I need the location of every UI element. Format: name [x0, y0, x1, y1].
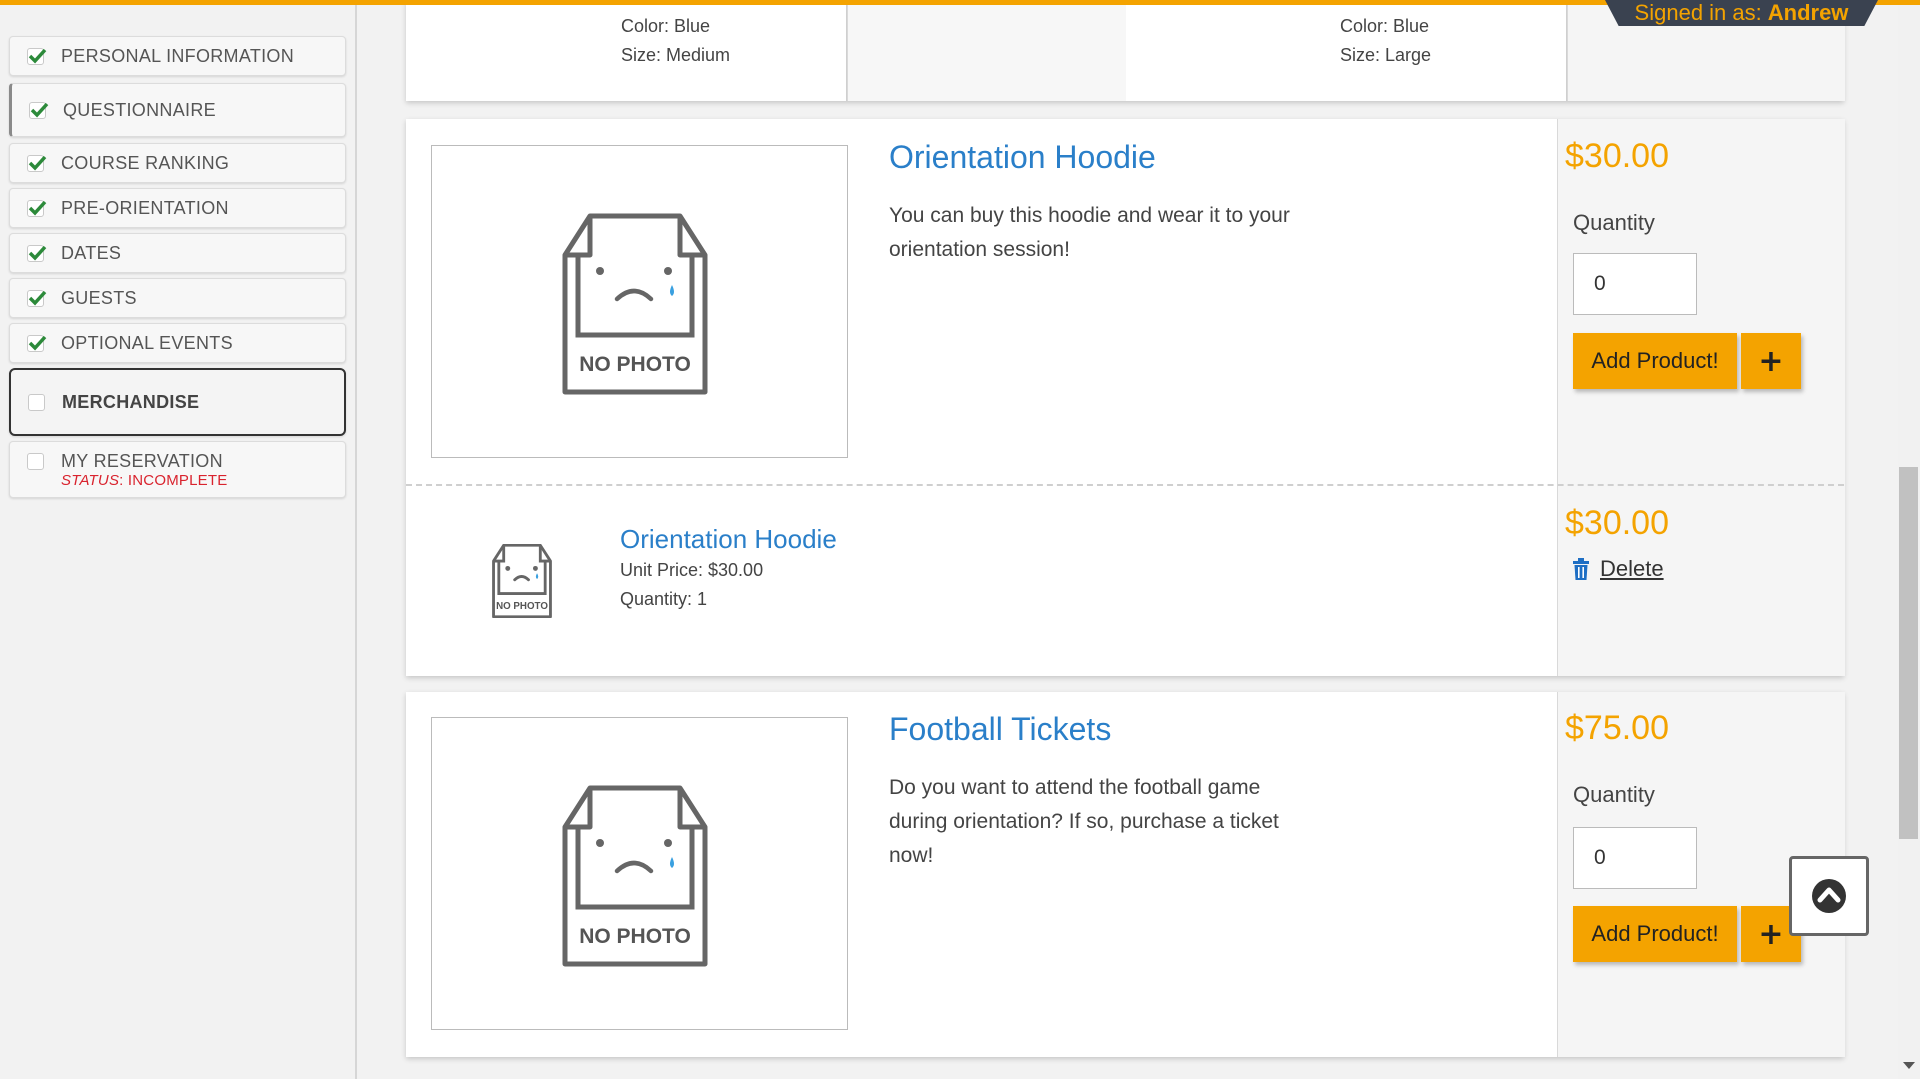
no-photo-box-icon: NO PHOTO — [492, 544, 552, 618]
sidebar-item-label: QUESTIONNAIRE — [63, 99, 216, 120]
reservation-text: MY RESERVATION STATUS: INCOMPLETE — [61, 451, 227, 489]
sidebar-item-optional-events[interactable]: OPTIONAL EVENTS — [9, 323, 346, 363]
sidebar-item-label: GUESTS — [61, 287, 137, 308]
signed-in-badge[interactable]: Signed in as: Andrew — [1605, 0, 1878, 26]
trash-icon — [1573, 558, 1589, 580]
scroll-down-arrow-icon[interactable] — [1903, 1062, 1915, 1069]
check-icon — [28, 290, 47, 306]
variant-color: Color: Blue — [1340, 16, 1430, 36]
product-description: Do you want to attend the football game … — [889, 776, 1279, 867]
checkbox[interactable] — [28, 393, 45, 411]
checkbox — [27, 47, 47, 65]
check-icon — [30, 102, 49, 118]
no-photo-box-icon: NO PHOTO — [562, 213, 708, 395]
chevron-up-circle-icon — [1812, 879, 1846, 913]
sidebar-item-guests[interactable]: GUESTS — [9, 278, 346, 318]
sidebar-item-label: DATES — [61, 242, 122, 263]
sidebar-item-label: PERSONAL INFORMATION — [61, 45, 295, 66]
add-product-button[interactable]: Add Product! — [1573, 333, 1737, 389]
checkbox — [27, 154, 47, 172]
cart-item-title[interactable]: Orientation Hoodie — [620, 524, 837, 555]
cart-item-price: $30.00 — [1565, 504, 1669, 542]
add-product-button[interactable]: Add Product! — [1573, 906, 1737, 962]
check-icon — [28, 335, 47, 351]
checkbox — [27, 334, 47, 352]
quantity-label: Quantity — [1573, 782, 1655, 807]
product-image: NO PHOTO — [431, 145, 848, 458]
product-card-hoodie: NO PHOTO Orientation Hoodie You can buy … — [406, 119, 1845, 676]
product-price: $75.00 — [1565, 709, 1669, 747]
checkbox[interactable] — [27, 453, 44, 470]
quantity-input[interactable] — [1573, 253, 1697, 315]
variant-color: Color: Blue — [621, 16, 711, 36]
sidebar-item-label: COURSE RANKING — [61, 152, 230, 173]
plus-button[interactable]: + — [1741, 333, 1801, 389]
quantity-input[interactable] — [1573, 827, 1697, 889]
signed-in-prefix: Signed in as: — [1634, 0, 1762, 25]
sidebar-item-label: OPTIONAL EVENTS — [61, 332, 233, 353]
status-value: : INCOMPLETE — [119, 471, 228, 489]
plus-icon: + — [1758, 343, 1784, 379]
scroll-to-top-button[interactable] — [1789, 856, 1869, 936]
check-icon — [28, 155, 47, 171]
variant-size: Size: Medium — [621, 45, 731, 65]
variant-middle-column — [847, 0, 1126, 101]
checkbox — [27, 244, 47, 262]
checkbox — [29, 101, 49, 119]
cart-divider — [406, 484, 1844, 486]
check-icon — [28, 245, 47, 261]
sidebar-item-label: MY RESERVATION — [61, 450, 223, 471]
checkbox — [27, 199, 47, 217]
quantity-label: Quantity — [1573, 210, 1655, 235]
delete-label: Delete — [1600, 556, 1664, 581]
scrollbar-thumb[interactable] — [1899, 467, 1918, 839]
product-title[interactable]: Football Tickets — [889, 711, 1111, 748]
sidebar-item-pre-orientation[interactable]: PRE-ORIENTATION — [9, 188, 346, 228]
sidebar-item-questionnaire[interactable]: QUESTIONNAIRE — [9, 83, 346, 137]
sidebar-item-course-ranking[interactable]: COURSE RANKING — [9, 143, 346, 183]
check-icon — [28, 48, 47, 64]
variant-right-details: Color: Blue Size: Large — [1340, 12, 1431, 70]
sidebar-item-label: MERCHANDISE — [62, 391, 200, 412]
sidebar-item-dates[interactable]: DATES — [9, 233, 346, 273]
sidebar-item-my-reservation[interactable]: MY RESERVATION STATUS: INCOMPLETE — [9, 441, 346, 498]
product-card-football-tickets: NO PHOTO Football Tickets Do you want to… — [406, 692, 1845, 1057]
product-image: NO PHOTO — [431, 717, 848, 1030]
sidebar-item-personal-information[interactable]: PERSONAL INFORMATION — [9, 36, 346, 76]
svg-text:NO PHOTO: NO PHOTO — [579, 925, 691, 948]
variant-size: Size: Large — [1340, 45, 1432, 65]
status-badge: STATUS: INCOMPLETE — [61, 472, 227, 489]
product-title[interactable]: Orientation Hoodie — [889, 139, 1156, 176]
checkbox — [27, 289, 47, 307]
cart-item-quantity: Quantity: 1 — [620, 589, 708, 609]
svg-text:NO PHOTO: NO PHOTO — [496, 601, 548, 612]
delete-cart-item-link[interactable]: Delete — [1572, 556, 1664, 582]
price-column — [1557, 119, 1845, 676]
svg-text:NO PHOTO: NO PHOTO — [579, 353, 691, 376]
product-description: You can buy this hoodie and wear it to y… — [889, 204, 1290, 261]
sidebar-item-merchandise[interactable]: MERCHANDISE — [9, 368, 346, 436]
check-icon — [28, 200, 47, 216]
sidebar-nav: PERSONAL INFORMATION QUESTIONNAIRE COURS… — [0, 0, 357, 1079]
plus-icon: + — [1758, 916, 1784, 952]
sidebar-item-label: PRE-ORIENTATION — [61, 197, 229, 218]
variant-left-details: Color: Blue Size: Medium — [621, 12, 730, 70]
status-label: STATUS — [61, 471, 120, 489]
product-price: $30.00 — [1565, 137, 1669, 175]
no-photo-box-icon: NO PHOTO — [562, 785, 708, 967]
user-name: Andrew — [1767, 0, 1849, 25]
cart-item-unit-price: Unit Price: $30.00 — [620, 560, 764, 580]
